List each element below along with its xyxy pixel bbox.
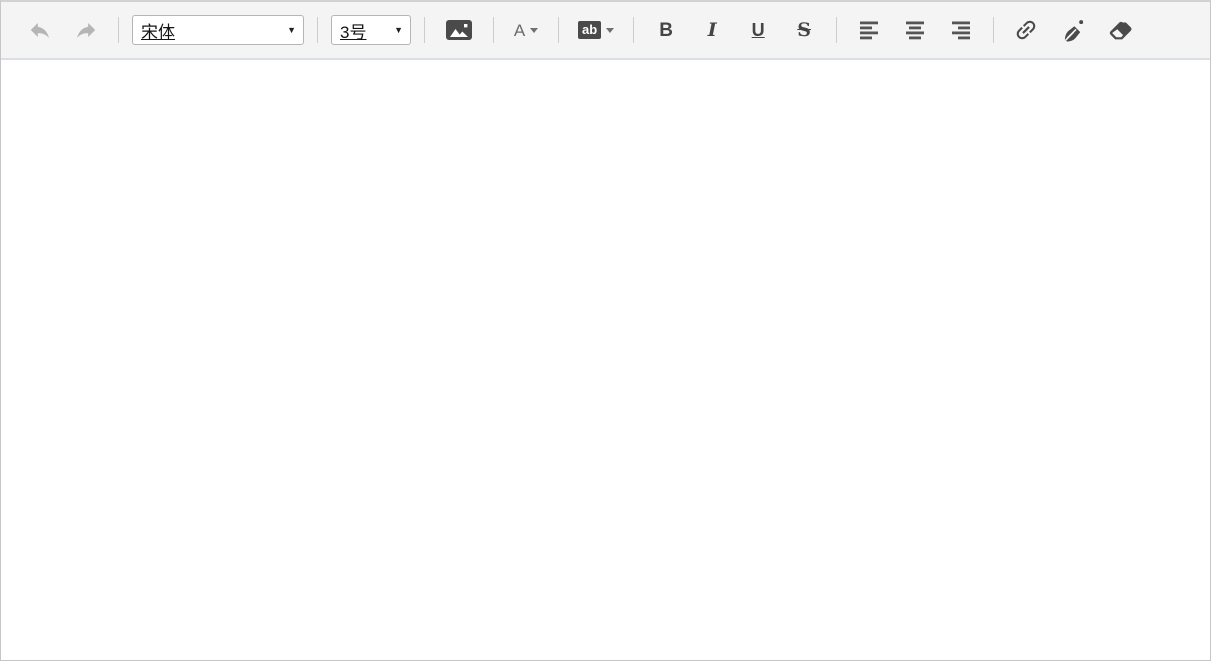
brush-button[interactable] bbox=[1057, 13, 1089, 47]
font-family-select[interactable]: 宋体 ▼ bbox=[132, 15, 304, 45]
underline-button[interactable]: U bbox=[743, 13, 773, 47]
font-size-select[interactable]: 3号 ▼ bbox=[331, 15, 411, 45]
highlight-label: ab bbox=[578, 21, 602, 39]
highlight-color-button[interactable]: ab bbox=[576, 13, 616, 47]
underline-label: U bbox=[751, 20, 765, 40]
align-left-icon bbox=[857, 18, 881, 42]
caret-down-icon bbox=[606, 27, 615, 33]
editor-toolbar: 宋体 ▼ 3号 ▼ A ab B I U S bbox=[1, 2, 1210, 60]
link-icon bbox=[1013, 17, 1039, 43]
eraser-button[interactable] bbox=[1105, 13, 1137, 47]
italic-label: I bbox=[707, 18, 717, 41]
font-color-button[interactable]: A bbox=[511, 13, 541, 47]
undo-icon bbox=[27, 17, 53, 43]
toolbar-separator bbox=[633, 17, 635, 43]
eraser-icon bbox=[1107, 16, 1135, 44]
align-center-icon bbox=[903, 18, 927, 42]
toolbar-separator bbox=[118, 17, 119, 43]
rich-text-editor: 宋体 ▼ 3号 ▼ A ab B I U S bbox=[0, 0, 1211, 661]
toolbar-separator bbox=[558, 17, 559, 43]
chevron-down-icon: ▼ bbox=[287, 24, 296, 35]
redo-icon bbox=[73, 17, 99, 43]
font-size-value: 3号 bbox=[340, 22, 367, 42]
align-center-button[interactable] bbox=[900, 13, 930, 47]
image-icon bbox=[444, 17, 474, 43]
strikethrough-button[interactable]: S bbox=[789, 13, 819, 47]
insert-image-button[interactable] bbox=[442, 13, 476, 47]
align-right-button[interactable] bbox=[946, 13, 976, 47]
insert-link-button[interactable] bbox=[1011, 13, 1041, 47]
bold-button[interactable]: B bbox=[651, 13, 681, 47]
font-family-value: 宋体 bbox=[141, 22, 175, 42]
chevron-down-icon: ▼ bbox=[394, 24, 403, 35]
align-left-button[interactable] bbox=[854, 13, 884, 47]
caret-down-icon bbox=[530, 27, 539, 33]
italic-button[interactable]: I bbox=[697, 13, 727, 47]
undo-button[interactable] bbox=[25, 13, 55, 47]
strikethrough-label: S bbox=[797, 18, 812, 41]
align-right-icon bbox=[949, 18, 973, 42]
toolbar-separator bbox=[317, 17, 318, 43]
editor-content[interactable] bbox=[1, 60, 1210, 660]
brush-icon bbox=[1059, 16, 1087, 44]
toolbar-separator bbox=[424, 17, 425, 43]
bold-label: B bbox=[659, 19, 674, 41]
redo-button[interactable] bbox=[71, 13, 101, 47]
toolbar-separator bbox=[993, 17, 995, 43]
font-color-label: A bbox=[513, 20, 526, 40]
toolbar-separator bbox=[493, 17, 494, 43]
toolbar-separator bbox=[836, 17, 838, 43]
